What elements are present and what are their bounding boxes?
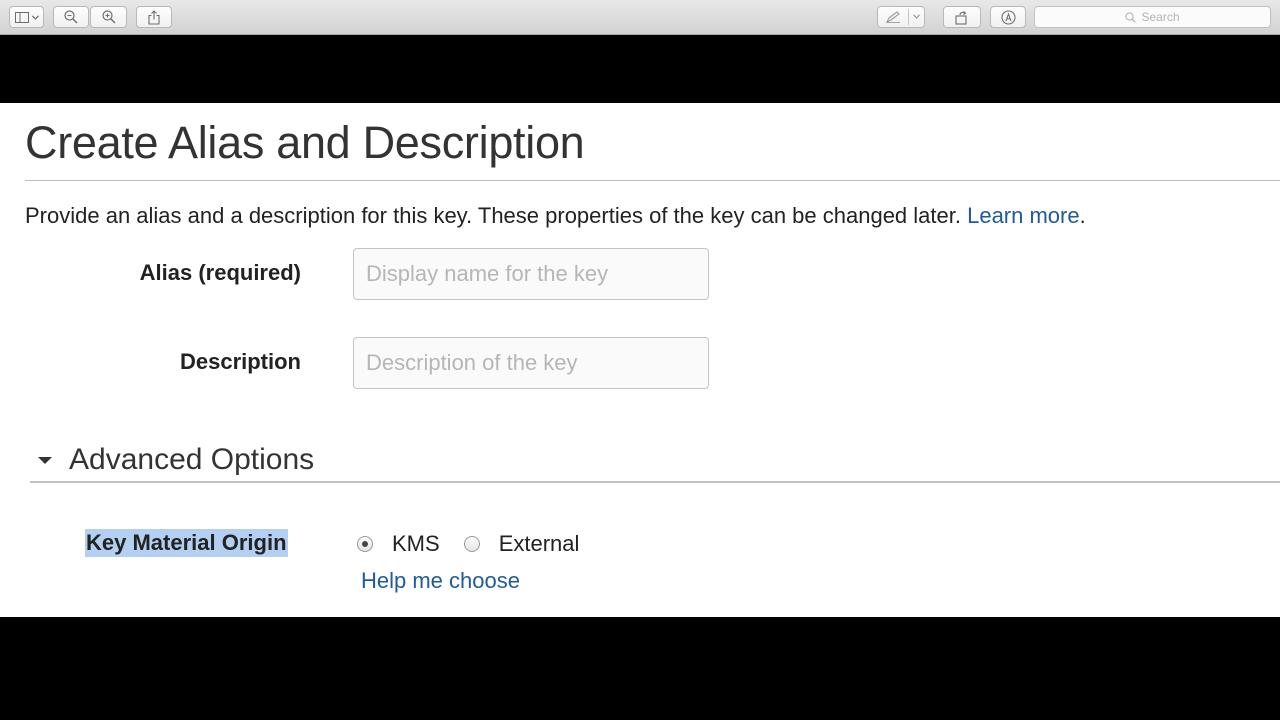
share-icon	[148, 9, 160, 25]
preview-toolbar: Search	[0, 0, 1280, 35]
advanced-divider	[30, 481, 1280, 483]
alias-input[interactable]	[353, 248, 709, 300]
intro-period: .	[1079, 203, 1086, 228]
learn-more-link[interactable]: Learn more	[967, 203, 1080, 228]
page-title: Create Alias and Description	[25, 117, 585, 168]
markup-pen-icon	[886, 11, 902, 23]
search-icon	[1125, 11, 1137, 23]
description-label: Description	[179, 349, 301, 374]
annotate-icon	[1000, 9, 1016, 25]
intro-text: Provide an alias and a description for t…	[25, 203, 968, 228]
alias-label: Alias (required)	[139, 260, 301, 285]
chevron-down-icon	[913, 14, 920, 19]
zoom-in-icon	[101, 10, 116, 24]
zoom-in-button[interactable]	[90, 6, 127, 28]
advanced-options-title: Advanced Options	[69, 443, 315, 476]
help-me-choose-link[interactable]: Help me choose	[361, 568, 520, 594]
caret-down-icon	[37, 456, 53, 465]
external-radio[interactable]	[463, 536, 480, 552]
document-page: Create Alias and Description Provide an …	[0, 103, 1280, 617]
title-divider	[25, 180, 1280, 181]
search-field[interactable]: Search	[1034, 6, 1271, 28]
markup-button[interactable]	[877, 6, 925, 28]
description-input[interactable]	[353, 337, 709, 389]
key-material-origin-label: Key Material Origin	[85, 529, 288, 557]
share-button[interactable]	[136, 6, 172, 28]
annotate-button[interactable]	[990, 6, 1026, 28]
external-radio-label[interactable]: External	[499, 531, 580, 557]
zoom-out-icon	[64, 10, 78, 24]
kms-radio-label[interactable]: KMS	[392, 531, 440, 557]
radio-selected-dot	[362, 541, 368, 547]
rotate-button[interactable]	[943, 6, 981, 28]
intro-paragraph: Provide an alias and a description for t…	[25, 203, 1086, 229]
sidebar-toggle-button[interactable]	[9, 6, 44, 28]
search-placeholder: Search	[1141, 10, 1180, 24]
sidebar-icon	[14, 11, 29, 23]
chevron-down-icon	[31, 14, 39, 20]
kms-radio[interactable]	[357, 536, 373, 552]
advanced-options-toggle[interactable]: Advanced Options	[37, 443, 314, 477]
rotate-icon	[954, 10, 970, 25]
split-divider	[908, 9, 909, 25]
key-material-origin-radio-group: KMS External	[357, 531, 603, 557]
zoom-out-button[interactable]	[53, 6, 89, 28]
